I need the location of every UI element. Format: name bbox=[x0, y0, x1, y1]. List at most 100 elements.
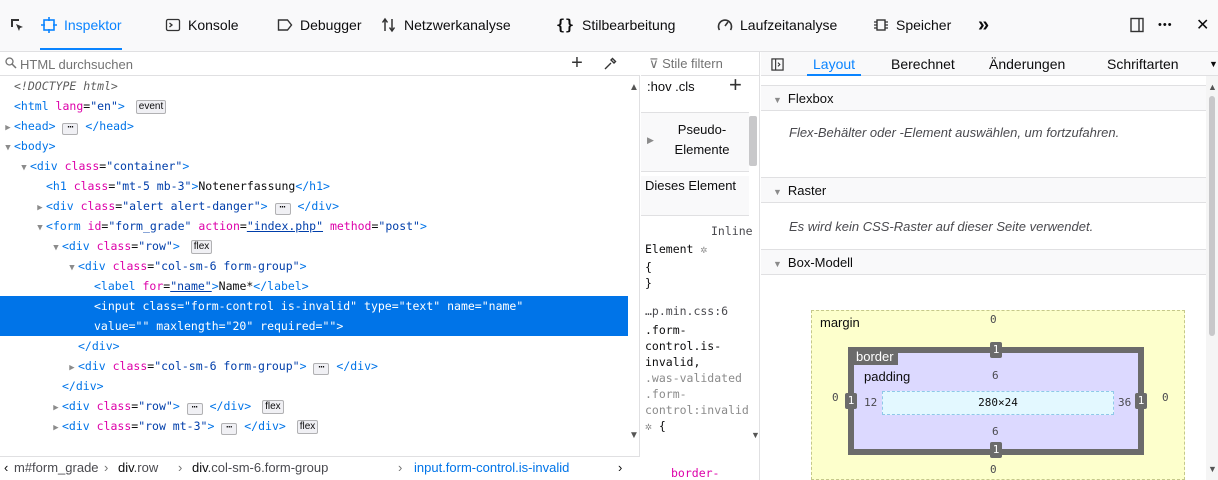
tabs-overflow-icon[interactable]: ▼ bbox=[1209, 52, 1218, 76]
tab-netzwerkanalyse[interactable]: Netzwerkanalyse bbox=[380, 10, 511, 40]
tab-konsole[interactable]: Konsole bbox=[164, 10, 239, 40]
flexbox-section-header[interactable]: ▼ Flexbox bbox=[761, 85, 1206, 111]
tab-berechnet[interactable]: Berechnet bbox=[891, 52, 955, 76]
tab-laufzeitanalyse[interactable]: Laufzeitanalyse bbox=[716, 10, 837, 40]
margin-bottom-value[interactable]: 0 bbox=[990, 463, 997, 476]
tab-layout[interactable]: Layout bbox=[806, 52, 862, 76]
breadcrumb-scroll-right[interactable]: › bbox=[618, 457, 622, 479]
border-right-value[interactable]: 1 bbox=[1135, 393, 1147, 409]
add-node-button[interactable]: + bbox=[566, 52, 588, 76]
more-tools-button[interactable]: » bbox=[978, 10, 989, 40]
collapse-arrow-icon[interactable]: ▼ bbox=[18, 158, 30, 178]
tree-node[interactable]: ▼ <div class="col-sm-6 form-group"> bbox=[0, 256, 628, 276]
scroll-down-arrow-icon[interactable]: ▼ bbox=[751, 430, 759, 440]
markup-panel: + <!DOCTYPE html> <html lang="en"> event… bbox=[0, 52, 640, 480]
options-menu-button[interactable]: ••• bbox=[1158, 10, 1173, 40]
margin-left-value[interactable]: 0 bbox=[832, 391, 839, 404]
expand-arrow-icon[interactable]: ▶ bbox=[66, 358, 78, 378]
tab-speicher[interactable]: Speicher bbox=[872, 10, 951, 40]
hov-cls-toggle[interactable]: :hov .cls bbox=[647, 79, 695, 94]
tree-node[interactable]: <label for="name">Name*</label> bbox=[0, 276, 628, 296]
border-top-value[interactable]: 1 bbox=[990, 342, 1002, 358]
collapse-arrow-icon[interactable]: ▼ bbox=[34, 218, 46, 238]
breadcrumb-item[interactable]: div.row bbox=[118, 457, 158, 479]
border-bottom-value[interactable]: 1 bbox=[990, 442, 1002, 458]
tree-node[interactable]: ▶ <div class="row mt-3"> ⋯ </div> flex bbox=[0, 416, 628, 436]
tree-node[interactable]: ▼ <div class="row"> flex bbox=[0, 236, 628, 256]
expand-arrow-icon[interactable]: ▶ bbox=[34, 198, 46, 218]
event-badge[interactable]: event bbox=[135, 100, 167, 114]
collapsed-content-button[interactable]: ⋯ bbox=[274, 203, 291, 215]
dock-side-icon bbox=[1128, 16, 1146, 34]
tab-aenderungen[interactable]: Änderungen bbox=[989, 52, 1065, 76]
rule-source-link[interactable]: …p.min.css:6 bbox=[645, 304, 728, 318]
tree-node[interactable]: <!DOCTYPE html> bbox=[0, 76, 628, 96]
padding-left-value[interactable]: 12 bbox=[864, 396, 877, 409]
element-picker-button[interactable] bbox=[8, 10, 32, 40]
collapsed-content-button[interactable]: ⋯ bbox=[313, 363, 330, 375]
tab-debugger[interactable]: Debugger bbox=[276, 10, 362, 40]
tab-schriftarten[interactable]: Schriftarten bbox=[1107, 52, 1179, 76]
scroll-down-arrow-icon[interactable]: ▼ bbox=[1208, 464, 1217, 474]
selected-tree-node[interactable]: <input class="form-control is-invalid" t… bbox=[0, 296, 628, 336]
scroll-up-arrow-icon[interactable]: ▲ bbox=[1208, 82, 1217, 92]
gear-icon[interactable]: ✲ bbox=[645, 419, 652, 433]
tree-node[interactable]: <html lang="en"> event bbox=[0, 96, 628, 116]
padding-right-value[interactable]: 36 bbox=[1118, 396, 1131, 409]
tree-node[interactable]: ▼ <form id="form_grade" action="index.php… bbox=[0, 216, 628, 236]
tab-label: Konsole bbox=[188, 17, 239, 33]
collapse-arrow-icon[interactable]: ▼ bbox=[66, 258, 78, 278]
raster-section-header[interactable]: ▼ Raster bbox=[761, 177, 1206, 203]
padding-top-value[interactable]: 6 bbox=[992, 369, 999, 382]
gear-icon[interactable]: ✲ bbox=[700, 242, 707, 256]
tree-node[interactable]: ▶ <div class="col-sm-6 form-group"> ⋯ </d… bbox=[0, 356, 628, 376]
layout-scrollbar[interactable]: ▲ ▼ bbox=[1206, 76, 1218, 480]
expand-arrow-icon[interactable]: ▶ bbox=[50, 398, 62, 418]
flex-badge[interactable]: flex bbox=[190, 240, 213, 254]
pseudo-elements-toggle[interactable]: ▶ Pseudo-Elemente bbox=[641, 112, 749, 172]
margin-top-value[interactable]: 0 bbox=[990, 313, 997, 326]
scroll-down-arrow-icon[interactable]: ▼ bbox=[628, 430, 640, 441]
collapse-arrow-icon[interactable]: ▼ bbox=[50, 238, 62, 258]
scrollbar-thumb[interactable] bbox=[1209, 96, 1215, 336]
tree-node[interactable]: ▶ <div class="row"> ⋯ </div> flex bbox=[0, 396, 628, 416]
tree-node[interactable]: </div> bbox=[0, 336, 628, 356]
html-search-input[interactable] bbox=[20, 54, 540, 74]
collapsed-content-button[interactable]: ⋯ bbox=[62, 123, 79, 135]
styles-filter-input[interactable]: ⊽ Stile filtern bbox=[641, 52, 759, 76]
eyedropper-icon[interactable] bbox=[602, 56, 618, 72]
tree-node[interactable]: ▶ <head> ⋯ </head> bbox=[0, 116, 628, 136]
tree-node[interactable]: </div> bbox=[0, 376, 628, 396]
collapsed-content-button[interactable]: ⋯ bbox=[186, 403, 203, 415]
expand-arrow-icon[interactable]: ▶ bbox=[2, 118, 14, 138]
rule-property[interactable]: border- bbox=[671, 466, 719, 480]
flex-badge[interactable]: flex bbox=[296, 420, 319, 434]
action-link[interactable]: "index.php" bbox=[247, 219, 323, 233]
collapse-arrow-icon[interactable]: ▼ bbox=[2, 138, 14, 158]
tree-node[interactable]: ▶ <div class="alert alert-danger"> ⋯ </di… bbox=[0, 196, 628, 216]
sidebar-toggle-icon[interactable] bbox=[771, 52, 784, 76]
box-model-content-size[interactable]: 280×24 bbox=[882, 391, 1114, 415]
margin-right-value[interactable]: 0 bbox=[1162, 391, 1169, 404]
tree-node[interactable]: ▼ <body> bbox=[0, 136, 628, 156]
scroll-up-arrow-icon[interactable]: ▲ bbox=[628, 82, 640, 93]
label-for-link[interactable]: "name" bbox=[170, 279, 212, 293]
expand-arrow-icon[interactable]: ▶ bbox=[50, 418, 62, 438]
rules-scrollbar-thumb[interactable] bbox=[749, 116, 757, 166]
add-rule-button[interactable]: + bbox=[729, 72, 742, 98]
tree-node[interactable]: <h1 class="mt-5 mb-3">Notenerfassung</h1… bbox=[0, 176, 628, 196]
close-button[interactable]: ✕ bbox=[1196, 10, 1209, 40]
tab-stilbearbeitung[interactable]: {} Stilbearbeitung bbox=[554, 10, 675, 40]
collapsed-content-button[interactable]: ⋯ bbox=[221, 423, 238, 435]
tab-inspektor[interactable]: Inspektor bbox=[40, 10, 122, 50]
tree-node[interactable]: ▼ <div class="container"> bbox=[0, 156, 628, 176]
padding-bottom-value[interactable]: 6 bbox=[992, 425, 999, 438]
breadcrumb-item-current[interactable]: input.form-control.is-invalid bbox=[414, 457, 569, 479]
breadcrumb-item[interactable]: m#form_grade bbox=[14, 457, 99, 479]
dock-button[interactable] bbox=[1128, 10, 1152, 40]
breadcrumb-item[interactable]: div.col-sm-6.form-group bbox=[192, 457, 328, 479]
flex-badge[interactable]: flex bbox=[262, 400, 284, 414]
boxmodel-section-header[interactable]: ▼ Box-Modell bbox=[761, 249, 1206, 275]
breadcrumb-scroll-left[interactable]: ‹ bbox=[4, 457, 8, 479]
border-left-value[interactable]: 1 bbox=[845, 393, 857, 409]
